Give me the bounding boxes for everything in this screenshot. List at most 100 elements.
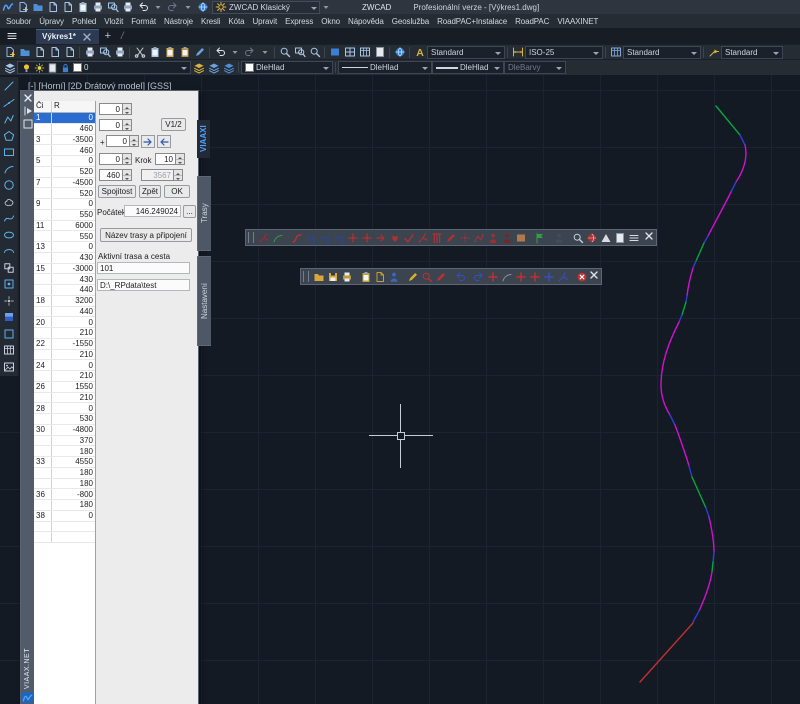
route-segment[interactable] — [682, 302, 686, 315]
rp-arrow-tool[interactable] — [374, 231, 388, 245]
online-help-button[interactable] — [195, 1, 210, 14]
route-segment[interactable] — [706, 508, 709, 517]
rp-menu-tool[interactable] — [627, 231, 641, 245]
layout-grid-button[interactable] — [342, 46, 357, 59]
table-row[interactable]: 180 — [34, 468, 95, 479]
table-view-button[interactable] — [357, 46, 372, 59]
rp2-person-button[interactable] — [387, 270, 401, 284]
table-row[interactable]: 240 — [34, 360, 95, 371]
layer-previous-button[interactable] — [206, 61, 221, 74]
table-row[interactable]: 90 — [34, 199, 95, 210]
rp-route-tool[interactable] — [257, 231, 271, 245]
side-tab-nastaveni[interactable]: Nastavení — [197, 256, 211, 346]
zpet-button[interactable]: Zpět — [139, 185, 161, 198]
route-segment[interactable] — [687, 268, 693, 296]
redo-dropdown-icon[interactable] — [180, 1, 195, 14]
menu-item-13[interactable]: RoadPAC+Instalace — [433, 17, 511, 26]
menu-item-7[interactable]: Kóta — [224, 17, 248, 26]
table-row[interactable]: 440 — [34, 285, 95, 296]
match-properties-button[interactable] — [192, 46, 207, 59]
table-row[interactable]: 210 — [34, 328, 95, 339]
rp2-delete-button[interactable] — [575, 270, 589, 284]
table-row[interactable]: 180 — [34, 446, 95, 457]
table-row[interactable]: 30-4800 — [34, 425, 95, 436]
table-row[interactable]: 180 — [34, 500, 95, 511]
etransmit-button[interactable] — [62, 46, 77, 59]
rp2-constraint-button[interactable] — [556, 270, 570, 284]
pocatek-field[interactable]: 146.249024 — [124, 205, 181, 217]
table-row[interactable]: 116000 — [34, 221, 95, 232]
table-row[interactable]: 380 — [34, 511, 95, 522]
rp2-add-point-button[interactable] — [486, 270, 500, 284]
table-row[interactable]: 183200 — [34, 296, 95, 307]
menu-item-4[interactable]: Formát — [127, 17, 160, 26]
route-segment[interactable] — [716, 106, 740, 135]
route-segment[interactable] — [736, 145, 746, 182]
help-button[interactable] — [392, 46, 407, 59]
menu-item-1[interactable]: Úpravy — [35, 17, 68, 26]
rp-point-tool-1[interactable] — [346, 231, 360, 245]
rp-profile-tool[interactable] — [552, 231, 566, 245]
rp-columns-tool[interactable] — [430, 231, 444, 245]
save-button[interactable] — [32, 46, 47, 59]
table-row[interactable]: 430 — [34, 253, 95, 264]
table-row[interactable]: 520 — [34, 167, 95, 178]
rp-check-tool[interactable] — [402, 231, 416, 245]
print-button[interactable] — [90, 1, 105, 14]
point-tool[interactable] — [2, 295, 16, 307]
layer-states-button[interactable] — [191, 61, 206, 74]
zoom-realtime-button[interactable] — [277, 46, 292, 59]
table-row[interactable]: 200 — [34, 317, 95, 328]
table-row[interactable]: 7-4500 — [34, 178, 95, 189]
close-icon[interactable] — [588, 269, 600, 281]
route-segment[interactable] — [696, 243, 704, 261]
text-style-select[interactable]: Standard — [427, 46, 505, 59]
table-row[interactable]: 210 — [34, 350, 95, 361]
menu-item-5[interactable]: Nástroje — [160, 17, 197, 26]
tab-close-icon[interactable] — [81, 31, 93, 43]
layer-isolate-button[interactable] — [221, 61, 236, 74]
hamburger-menu-icon[interactable] — [0, 30, 24, 42]
table-row[interactable]: 3-3500 — [34, 135, 95, 146]
dimension-style-select[interactable]: ISO-25 — [525, 46, 603, 59]
spinner-e[interactable]: 460 — [99, 169, 132, 181]
rp-terrain-tool[interactable] — [271, 231, 285, 245]
panel-pin-icon[interactable] — [21, 104, 34, 117]
rp2-add-tangent-button[interactable] — [514, 270, 528, 284]
sheet-button[interactable] — [372, 46, 387, 59]
table-row[interactable]: 50 — [34, 156, 95, 167]
rp2-add-spiral-button[interactable] — [542, 270, 556, 284]
rectangle-tool[interactable] — [2, 146, 16, 158]
drawing-tab[interactable]: Výkres1* — [36, 29, 99, 44]
route-segment[interactable] — [731, 182, 736, 192]
ellipse-tool[interactable] — [2, 229, 16, 241]
table-row[interactable]: 10 — [34, 113, 95, 124]
table-row[interactable]: 334550 — [34, 457, 95, 468]
route-segment[interactable] — [675, 425, 689, 466]
menu-item-15[interactable]: VIAAXINET — [553, 17, 602, 26]
route-segment[interactable] — [686, 296, 687, 302]
rp-compass-tool[interactable] — [599, 231, 613, 245]
route-segment[interactable] — [679, 315, 682, 322]
new-button[interactable] — [2, 46, 17, 59]
workspace-select[interactable]: ZWCAD Klasický — [212, 1, 320, 14]
route-segment[interactable] — [708, 192, 731, 236]
rp2-arc-button[interactable] — [500, 270, 514, 284]
table-row[interactable]: 520 — [34, 188, 95, 199]
table-row[interactable]: 261550 — [34, 382, 95, 393]
route-segment[interactable] — [692, 477, 706, 508]
table-row[interactable]: 130 — [34, 242, 95, 253]
route-segment[interactable] — [689, 466, 692, 477]
table-row[interactable]: 550 — [34, 210, 95, 221]
drawing-area[interactable]: [-] [Horní] [2D Drátový model] [GSS] VIA… — [0, 75, 800, 704]
trasa-field[interactable]: 101 — [97, 262, 190, 274]
table-row[interactable]: 280 — [34, 403, 95, 414]
paste-special-button[interactable] — [177, 46, 192, 59]
rp2-redo-button[interactable] — [472, 270, 486, 284]
region-tool[interactable] — [2, 328, 16, 340]
image-tool[interactable] — [2, 361, 16, 373]
insert-before-button[interactable] — [141, 135, 155, 148]
rp-person-tool-2[interactable] — [500, 231, 514, 245]
table-row[interactable]: 530 — [34, 414, 95, 425]
toolbar-drag-handle[interactable] — [303, 271, 309, 282]
